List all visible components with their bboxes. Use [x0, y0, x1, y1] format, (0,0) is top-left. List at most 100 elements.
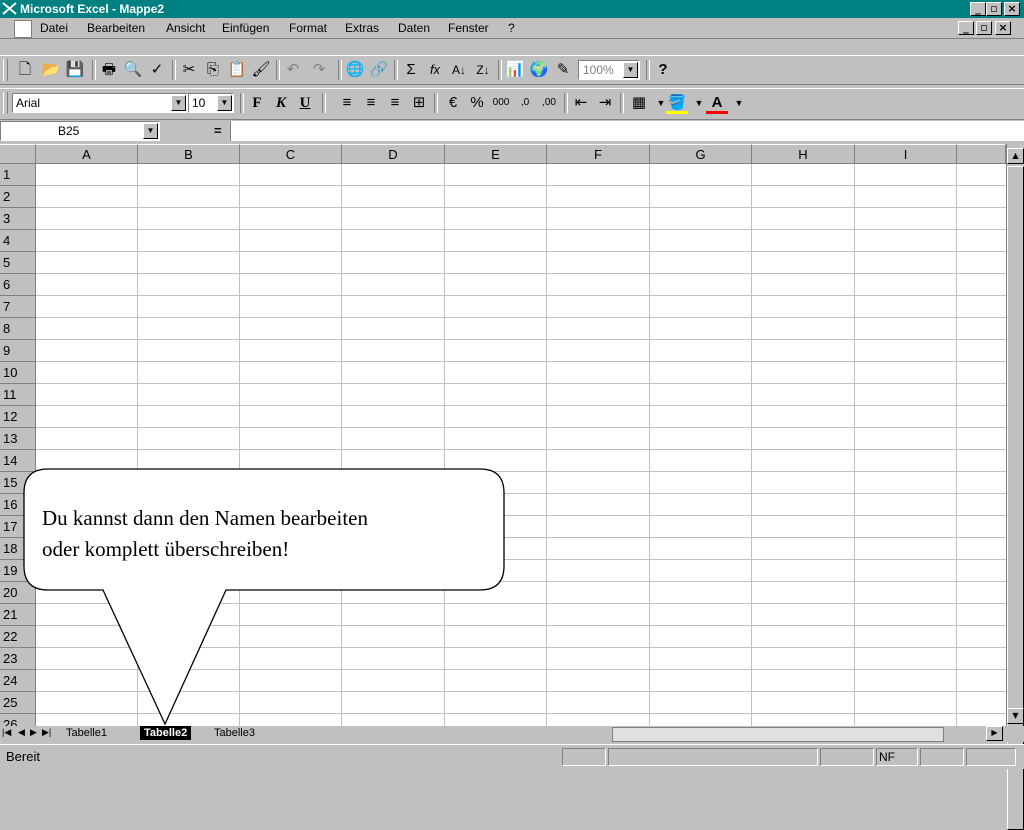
chevron-down-icon[interactable]: ▼	[623, 62, 638, 78]
horizontal-scrollbar[interactable]	[612, 727, 944, 742]
doc-minimize-button[interactable]: _	[958, 21, 974, 35]
row-header-15[interactable]: 15	[0, 472, 36, 494]
percent-icon[interactable]: %	[466, 92, 488, 114]
open-icon[interactable]: 📂	[40, 59, 62, 81]
menu-daten[interactable]: Daten	[398, 21, 430, 35]
spellcheck-icon[interactable]: ✓	[146, 59, 168, 81]
row-header-1[interactable]: 1	[0, 164, 36, 186]
menu-ansicht[interactable]: Ansicht	[166, 21, 205, 35]
equals-button[interactable]: =	[214, 123, 222, 138]
row-header-5[interactable]: 5	[0, 252, 36, 274]
increase-decimal-icon[interactable]: ,0	[514, 92, 536, 114]
toolbar-grip[interactable]	[3, 92, 8, 114]
next-sheet-icon[interactable]: ▶	[30, 727, 37, 738]
menu-extras[interactable]: Extras	[345, 21, 379, 35]
column-header-d[interactable]: D	[342, 144, 445, 164]
column-header-i[interactable]: I	[855, 144, 957, 164]
row-header-20[interactable]: 20	[0, 582, 36, 604]
merge-center-icon[interactable]: ⊞	[408, 92, 430, 114]
currency-icon[interactable]: €	[442, 92, 464, 114]
decrease-decimal-icon[interactable]: ,00	[538, 92, 560, 114]
row-header-18[interactable]: 18	[0, 538, 36, 560]
menu-datei[interactable]: Datei	[40, 21, 68, 35]
column-header-a[interactable]: A	[36, 144, 138, 164]
zoom-select[interactable]: 100% ▼	[578, 60, 640, 80]
menu-einfuegen[interactable]: Einfügen	[222, 21, 269, 35]
undo-icon[interactable]: ↶	[282, 59, 304, 81]
web-toolbar-icon[interactable]: 🌐	[344, 59, 366, 81]
row-header-14[interactable]: 14	[0, 450, 36, 472]
column-header-h[interactable]: H	[752, 144, 855, 164]
column-header-b[interactable]: B	[138, 144, 240, 164]
tab-tabelle3[interactable]: Tabelle3	[210, 726, 259, 740]
new-icon[interactable]: 🗋	[14, 59, 36, 81]
bold-button[interactable]: F	[246, 92, 268, 114]
row-header-19[interactable]: 19	[0, 560, 36, 582]
row-header-9[interactable]: 9	[0, 340, 36, 362]
drawing-icon[interactable]: ✎	[552, 59, 574, 81]
font-select[interactable]: Arial ▼	[12, 93, 188, 113]
chevron-down-icon[interactable]: ▼	[217, 95, 232, 111]
row-header-21[interactable]: 21	[0, 604, 36, 626]
column-header-g[interactable]: G	[650, 144, 752, 164]
format-painter-icon[interactable]: 🖌	[250, 59, 272, 81]
font-size-select[interactable]: 10 ▼	[188, 93, 234, 113]
chevron-down-icon[interactable]: ▼	[171, 95, 186, 111]
menu-bearbeiten[interactable]: Bearbeiten	[87, 21, 145, 35]
row-header-3[interactable]: 3	[0, 208, 36, 230]
row-header-8[interactable]: 8	[0, 318, 36, 340]
vertical-scrollbar[interactable]: ▲ ▼	[1006, 144, 1024, 830]
fill-color-icon[interactable]: 🪣	[666, 92, 688, 114]
paste-icon[interactable]: 📋	[226, 59, 248, 81]
sort-descending-icon[interactable]: Z↓	[472, 59, 494, 81]
help-icon[interactable]: ?	[652, 59, 674, 81]
row-header-24[interactable]: 24	[0, 670, 36, 692]
row-header-23[interactable]: 23	[0, 648, 36, 670]
save-icon[interactable]: 💾	[64, 59, 86, 81]
minimize-button[interactable]: _	[970, 2, 986, 16]
function-icon[interactable]: fx	[424, 59, 446, 81]
tab-tabelle2[interactable]: Tabelle2	[140, 726, 192, 740]
name-box[interactable]: B25 ▼	[0, 121, 160, 141]
borders-icon[interactable]: ▦	[628, 92, 650, 114]
row-header-6[interactable]: 6	[0, 274, 36, 296]
row-header-4[interactable]: 4	[0, 230, 36, 252]
menu-format[interactable]: Format	[289, 21, 327, 35]
align-center-icon[interactable]: ≡	[360, 92, 382, 114]
close-button[interactable]: ×	[1004, 2, 1020, 16]
increase-indent-icon[interactable]: ⇥	[594, 92, 616, 114]
scroll-up-icon[interactable]: ▲	[1007, 148, 1024, 164]
tab-tabelle1[interactable]: Tabelle1	[62, 726, 111, 740]
underline-button[interactable]: U	[294, 92, 316, 114]
sort-ascending-icon[interactable]: A↓	[448, 59, 470, 81]
scroll-right-icon[interactable]: ▶	[986, 726, 1003, 741]
column-header-e[interactable]: E	[445, 144, 547, 164]
row-header-7[interactable]: 7	[0, 296, 36, 318]
redo-icon[interactable]: ↷	[308, 59, 330, 81]
hyperlink-icon[interactable]: 🔗	[368, 59, 390, 81]
font-color-icon[interactable]: A	[706, 92, 728, 114]
autosum-icon[interactable]: Σ	[400, 59, 422, 81]
row-header-13[interactable]: 13	[0, 428, 36, 450]
first-sheet-icon[interactable]: |◀	[2, 727, 11, 738]
column-header-j[interactable]	[957, 144, 1006, 164]
row-header-11[interactable]: 11	[0, 384, 36, 406]
print-icon[interactable]: 🖶	[98, 59, 120, 81]
map-icon[interactable]: 🌍	[528, 59, 550, 81]
row-header-12[interactable]: 12	[0, 406, 36, 428]
doc-close-button[interactable]: ×	[995, 21, 1011, 35]
chevron-down-icon[interactable]: ▼	[728, 92, 750, 114]
thousands-icon[interactable]: 000	[490, 92, 512, 114]
print-preview-icon[interactable]: 🔍	[122, 59, 144, 81]
align-left-icon[interactable]: ≡	[336, 92, 358, 114]
chart-wizard-icon[interactable]: 📊	[504, 59, 526, 81]
scroll-down-icon[interactable]: ▼	[1007, 708, 1024, 724]
row-header-2[interactable]: 2	[0, 186, 36, 208]
select-all-corner[interactable]	[0, 144, 36, 164]
last-sheet-icon[interactable]: ▶|	[42, 727, 51, 738]
chevron-down-icon[interactable]: ▼	[143, 123, 158, 139]
cut-icon[interactable]: ✂	[178, 59, 200, 81]
column-header-c[interactable]: C	[240, 144, 342, 164]
prev-sheet-icon[interactable]: ◀	[18, 727, 25, 738]
toolbar-grip[interactable]	[3, 59, 8, 81]
